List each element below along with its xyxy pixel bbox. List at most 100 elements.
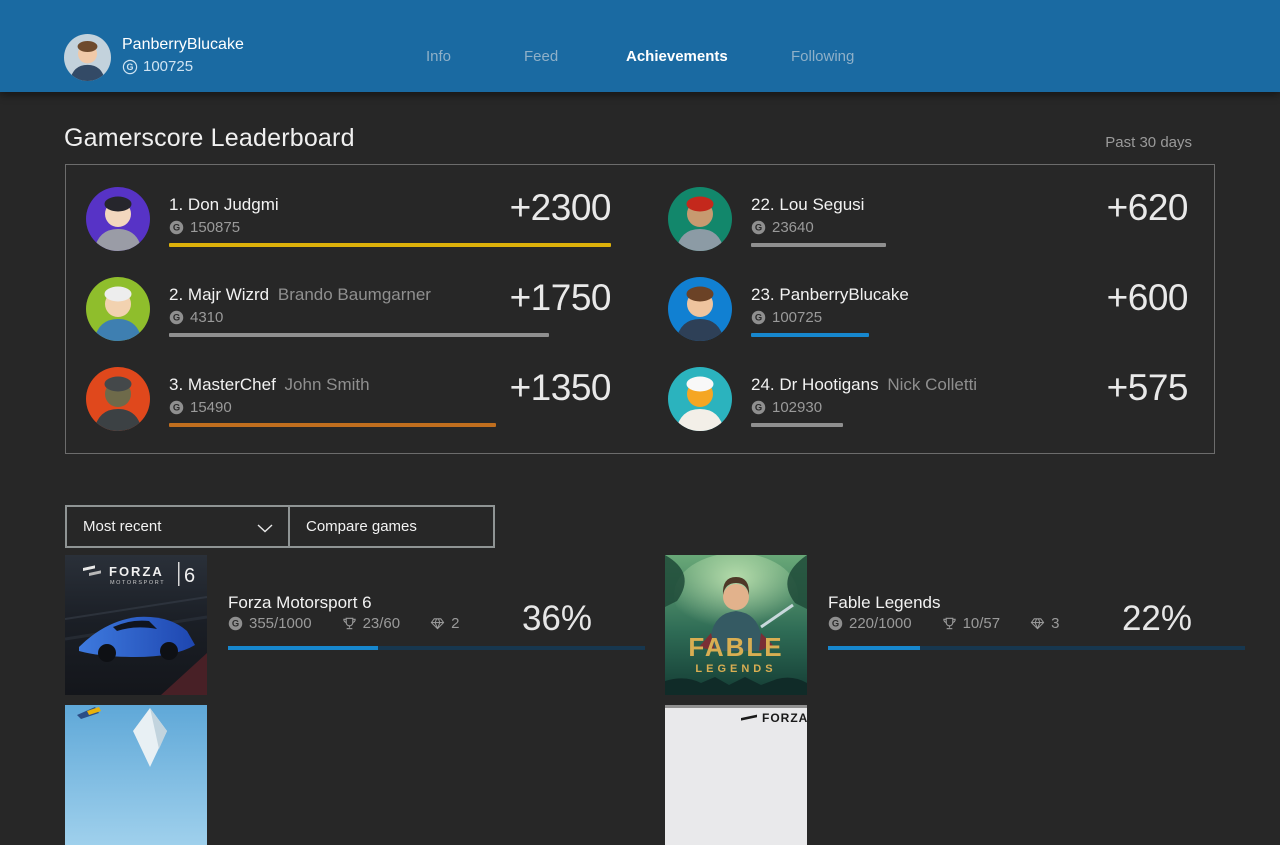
chevron-down-icon — [257, 524, 273, 533]
entry-gamerscore: 4310 — [190, 309, 223, 326]
avatar — [86, 187, 150, 251]
gain-value: +1750 — [510, 277, 611, 319]
gain-value: +575 — [1107, 367, 1188, 409]
profile-header: PanberryBlucake G 100725 Info Feed Achie… — [0, 0, 1280, 92]
leaderboard-entry-3[interactable]: 3. MasterChef John Smith G 15490 +1350 — [86, 365, 611, 433]
avatar-person-icon — [668, 277, 732, 341]
avatar — [668, 187, 732, 251]
avatar-person-icon — [86, 187, 150, 251]
gamerscore-icon: G — [751, 400, 766, 415]
svg-text:G: G — [126, 62, 133, 72]
gain-bar — [169, 333, 549, 337]
game-gamerscore: 355/1000 — [249, 615, 312, 632]
gamerscore-icon: G — [169, 400, 184, 415]
leaderboard-entry-1[interactable]: 1. Don Judgmi G 150875 +2300 — [86, 185, 611, 253]
leaderboard-entry-2[interactable]: 2. Majr Wizrd Brando Baumgarner G 4310 +… — [86, 275, 611, 343]
game-tile-forza-6[interactable]: FORZA MOTORSPORT 6 Forza Motorsport 6 G … — [65, 555, 645, 695]
avatar — [86, 277, 150, 341]
forza-6-box-art: FORZA MOTORSPORT 6 — [65, 555, 207, 695]
game-title: Fable Legends — [828, 593, 940, 613]
entry-gamerscore: 102930 — [772, 399, 822, 416]
sort-dropdown[interactable]: Most recent — [65, 505, 290, 548]
gain-bar — [751, 333, 869, 337]
svg-text:FORZA: FORZA — [109, 564, 164, 579]
gamerscore-icon: G — [751, 310, 766, 325]
game-tile-fable-legends[interactable]: FABLE LEGENDS Fable Legends G 220/1000 1… — [665, 555, 1245, 695]
gamertag: PanberryBlucake — [122, 36, 244, 54]
game-achievements: 10/57 — [963, 615, 1001, 632]
gain-value: +2300 — [510, 187, 611, 229]
entry-gamerscore: 150875 — [190, 219, 240, 236]
gem-icon — [430, 616, 445, 631]
svg-text:FABLE: FABLE — [688, 632, 783, 662]
game-gamerscore: 220/1000 — [849, 615, 912, 632]
leaderboard-entry-23[interactable]: 23. PanberryBlucake G 100725 +600 — [668, 275, 1193, 343]
game-title: Forza Motorsport 6 — [228, 593, 372, 613]
game-tile-partial-right[interactable]: FORZA — [665, 705, 807, 845]
gamerscore-leaderboard-panel: 1. Don Judgmi G 150875 +2300 — [65, 164, 1215, 454]
gain-value: +600 — [1107, 277, 1188, 319]
tab-following[interactable]: Following — [791, 48, 854, 65]
gem-icon — [1030, 616, 1045, 631]
gamerscore-icon: G — [169, 220, 184, 235]
avatar-person-icon — [668, 187, 732, 251]
svg-text:MOTORSPORT: MOTORSPORT — [110, 580, 165, 586]
avatar — [668, 367, 732, 431]
game-challenges: 2 — [451, 615, 459, 632]
game-progress-bar — [228, 646, 645, 650]
svg-text:6: 6 — [184, 565, 195, 587]
game-completion-percent: 22% — [1122, 599, 1192, 639]
game-achievements: 23/60 — [363, 615, 401, 632]
entry-name: 22. Lou Segusi — [751, 195, 868, 215]
svg-text:G: G — [832, 619, 839, 629]
svg-text:FORZA: FORZA — [762, 711, 807, 725]
gain-bar — [169, 423, 496, 427]
leaderboard-entry-24[interactable]: 24. Dr Hootigans Nick Colletti G 102930 … — [668, 365, 1193, 433]
fable-legends-box-art: FABLE LEGENDS — [665, 555, 807, 695]
avatar-person-icon — [64, 34, 111, 81]
svg-text:LEGENDS: LEGENDS — [695, 663, 776, 675]
gain-bar — [751, 243, 886, 247]
entry-name: 24. Dr Hootigans Nick Colletti — [751, 375, 977, 395]
gain-bar — [169, 243, 611, 247]
tab-achievements[interactable]: Achievements — [626, 48, 728, 65]
gain-value: +620 — [1107, 187, 1188, 229]
profile-avatar — [64, 34, 111, 81]
game-completion-percent: 36% — [522, 599, 592, 639]
gamerscore-icon: G — [169, 310, 184, 325]
game-progress-fill — [828, 646, 920, 650]
svg-text:G: G — [173, 313, 180, 323]
page-title: Gamerscore Leaderboard — [64, 124, 355, 153]
avatar-person-icon — [86, 277, 150, 341]
gamerscore-icon: G — [122, 59, 138, 75]
svg-text:G: G — [232, 619, 239, 629]
leaderboard-entry-22[interactable]: 22. Lou Segusi G 23640 +620 — [668, 185, 1193, 253]
entry-gamerscore: 15490 — [190, 399, 232, 416]
tab-info[interactable]: Info — [426, 48, 451, 65]
tab-feed[interactable]: Feed — [524, 48, 558, 65]
game-challenges: 3 — [1051, 615, 1059, 632]
entry-name: 3. MasterChef John Smith — [169, 375, 370, 395]
entry-gamerscore: 100725 — [772, 309, 822, 326]
avatar — [86, 367, 150, 431]
svg-text:G: G — [755, 223, 762, 233]
gamerscore-icon: G — [751, 220, 766, 235]
compare-games-label: Compare games — [306, 518, 417, 535]
leaderboard-period: Past 30 days — [1105, 134, 1192, 151]
game-tile-partial-left[interactable] — [65, 705, 207, 845]
svg-text:G: G — [173, 223, 180, 233]
gamerscore-icon: G — [228, 616, 243, 631]
svg-text:G: G — [755, 403, 762, 413]
entry-name: 2. Majr Wizrd Brando Baumgarner — [169, 285, 431, 305]
entry-name: 23. PanberryBlucake — [751, 285, 913, 305]
game-progress-bar — [828, 646, 1245, 650]
gamerscore-icon: G — [828, 616, 843, 631]
avatar-person-icon — [86, 367, 150, 431]
trophy-icon — [342, 616, 357, 631]
gain-value: +1350 — [510, 367, 611, 409]
sort-dropdown-value: Most recent — [83, 518, 161, 535]
gain-bar — [751, 423, 843, 427]
entry-gamerscore: 23640 — [772, 219, 814, 236]
compare-games-button[interactable]: Compare games — [288, 505, 495, 548]
header-gamerscore: 100725 — [143, 58, 193, 75]
